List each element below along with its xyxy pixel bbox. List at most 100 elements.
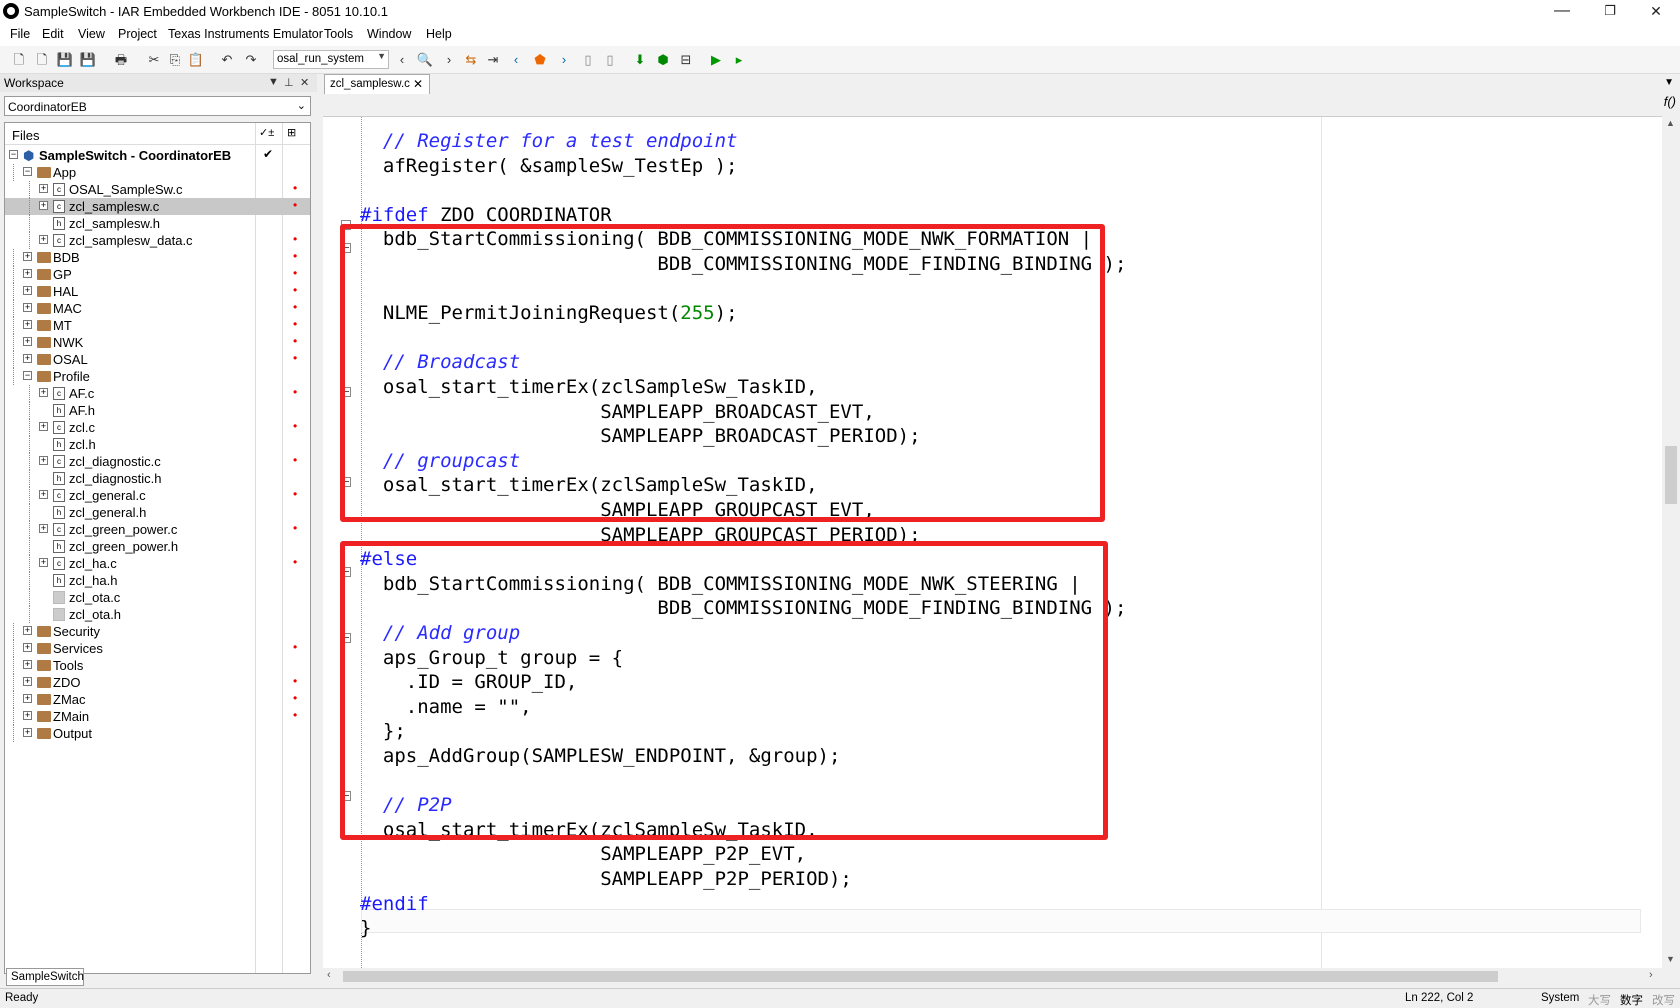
find-next-icon[interactable]: › xyxy=(440,51,458,69)
cut-icon[interactable]: ✂ xyxy=(145,51,163,69)
tree-file[interactable]: + c zcl_samplesw_data.c • xyxy=(5,232,310,249)
scroll-up-icon[interactable]: ▲ xyxy=(1666,118,1675,128)
compile-icon[interactable]: ⬇ xyxy=(631,51,649,69)
print-icon[interactable]: 🖶 xyxy=(112,51,130,69)
tree-file[interactable]: h zcl_samplesw.h xyxy=(5,215,310,232)
code-editor[interactable]: // Register for a test endpoint afRegist… xyxy=(323,116,1662,968)
expand-icon[interactable]: + xyxy=(23,320,32,329)
menu-tools[interactable]: Tools xyxy=(324,27,353,41)
workspace-tab[interactable]: SampleSwitch xyxy=(6,968,84,986)
goto-icon[interactable]: ⇥ xyxy=(484,51,502,69)
expand-icon[interactable]: + xyxy=(23,354,32,363)
tree-folder[interactable]: + Services • xyxy=(5,640,310,657)
expand-icon[interactable]: + xyxy=(23,660,32,669)
expand-icon[interactable]: + xyxy=(23,337,32,346)
tree-folder[interactable]: + GP • xyxy=(5,266,310,283)
find-icon[interactable]: 🔍 xyxy=(416,51,434,69)
expand-icon[interactable]: + xyxy=(23,626,32,635)
scroll-right-icon[interactable]: › xyxy=(1649,969,1653,981)
expand-icon[interactable]: + xyxy=(39,524,48,533)
tree-folder[interactable]: + ZMac • xyxy=(5,691,310,708)
next-bookmark-icon[interactable]: ▯ xyxy=(601,51,619,69)
tree-file[interactable]: h zcl_diagnostic.h xyxy=(5,470,310,487)
tree-folder[interactable]: + HAL • xyxy=(5,283,310,300)
expand-icon[interactable]: + xyxy=(23,677,32,686)
close-panel-icon[interactable]: ✕ xyxy=(300,76,309,89)
copy-icon[interactable]: ⎘ xyxy=(166,51,184,69)
scroll-down-icon[interactable]: ▼ xyxy=(1666,954,1675,964)
expand-icon[interactable]: + xyxy=(39,490,48,499)
menu-view[interactable]: View xyxy=(78,27,105,41)
expand-icon[interactable]: + xyxy=(39,201,48,210)
stop-build-icon[interactable]: ⊟ xyxy=(677,51,695,69)
menu-project[interactable]: Project xyxy=(118,27,157,41)
replace-icon[interactable]: ⇆ xyxy=(462,51,480,69)
redo-icon[interactable]: ↷ xyxy=(242,51,260,69)
paste-icon[interactable]: 📋 xyxy=(187,51,205,69)
make-icon[interactable]: ⬢ xyxy=(654,51,672,69)
tree-file[interactable]: + c zcl.c • xyxy=(5,419,310,436)
tree-file[interactable]: h AF.h xyxy=(5,402,310,419)
close-tab-icon[interactable]: ✕ xyxy=(413,77,423,91)
tree-folder[interactable]: + ZDO • xyxy=(5,674,310,691)
prev-bookmark-icon[interactable]: ▯ xyxy=(579,51,597,69)
tree-file[interactable]: + c zcl_green_power.c • xyxy=(5,521,310,538)
tab-list-icon[interactable]: ▼ xyxy=(1664,77,1674,88)
minimize-button[interactable]: — xyxy=(1540,0,1584,24)
restore-button[interactable]: ❐ xyxy=(1588,0,1632,24)
menu-window[interactable]: Window xyxy=(367,27,411,41)
dropdown-icon[interactable]: ▼ xyxy=(268,76,279,88)
tree-file[interactable]: + c AF.c • xyxy=(5,385,310,402)
debug-without-download-icon[interactable]: ▸ xyxy=(730,51,748,69)
tree-folder[interactable]: − App xyxy=(5,164,310,181)
search-combo[interactable]: osal_run_system ▼ xyxy=(273,50,389,69)
new-doc-icon[interactable]: 🗋 xyxy=(33,51,51,69)
scroll-left-icon[interactable]: ‹ xyxy=(327,969,331,981)
tree-file[interactable]: + c zcl_general.c • xyxy=(5,487,310,504)
tree-file[interactable]: + c zcl_samplesw.c • xyxy=(5,198,310,215)
undo-icon[interactable]: ↶ xyxy=(218,51,236,69)
expand-icon[interactable]: + xyxy=(23,711,32,720)
tree-file[interactable]: + c OSAL_SampleSw.c • xyxy=(5,181,310,198)
bookmark-icon[interactable]: ⬟ xyxy=(531,51,549,69)
expand-icon[interactable]: + xyxy=(23,269,32,278)
tree-file[interactable]: + c zcl_diagnostic.c • xyxy=(5,453,310,470)
tree-folder[interactable]: + Tools xyxy=(5,657,310,674)
tree-file[interactable]: h zcl_green_power.h xyxy=(5,538,310,555)
expand-icon[interactable]: + xyxy=(39,422,48,431)
tree-file[interactable]: h zcl_ha.h xyxy=(5,572,310,589)
collapse-icon[interactable]: − xyxy=(9,150,18,159)
tree-folder[interactable]: + MT • xyxy=(5,317,310,334)
expand-icon[interactable]: + xyxy=(39,184,48,193)
save-all-icon[interactable]: 💾 xyxy=(79,51,97,69)
tree-folder[interactable]: + BDB • xyxy=(5,249,310,266)
scroll-thumb[interactable] xyxy=(1665,446,1677,504)
editor-tab[interactable]: zcl_samplesw.c ✕ xyxy=(324,74,430,94)
horizontal-scrollbar[interactable]: ‹ › xyxy=(323,968,1662,985)
menu-file[interactable]: File xyxy=(10,27,30,41)
tree-file[interactable]: + c zcl_ha.c • xyxy=(5,555,310,572)
nav-back-icon[interactable]: ‹ xyxy=(507,51,525,69)
collapse-icon[interactable]: − xyxy=(23,371,32,380)
expand-icon[interactable]: + xyxy=(23,286,32,295)
find-prev-icon[interactable]: ‹ xyxy=(393,51,411,69)
expand-icon[interactable]: + xyxy=(39,558,48,567)
pin-icon[interactable]: ⊥ xyxy=(284,76,294,89)
expand-icon[interactable]: + xyxy=(23,643,32,652)
collapse-icon[interactable]: − xyxy=(23,167,32,176)
configuration-select[interactable]: CoordinatorEB ⌄ xyxy=(4,96,311,116)
menu-edit[interactable]: Edit xyxy=(42,27,64,41)
nav-forward-icon[interactable]: › xyxy=(555,51,573,69)
vertical-scrollbar[interactable]: ▲ ▼ xyxy=(1662,116,1680,968)
tree-folder[interactable]: + Output xyxy=(5,725,310,742)
tree-folder[interactable]: − Profile xyxy=(5,368,310,385)
tree-folder[interactable]: + OSAL • xyxy=(5,351,310,368)
function-list-icon[interactable]: f() xyxy=(1664,94,1676,109)
menu-emulator[interactable]: Texas Instruments Emulator xyxy=(168,27,323,41)
tree-file[interactable]: h zcl_general.h xyxy=(5,504,310,521)
tree-folder[interactable]: + ZMain • xyxy=(5,708,310,725)
expand-icon[interactable]: + xyxy=(23,694,32,703)
close-button[interactable]: ✕ xyxy=(1634,0,1678,24)
expand-icon[interactable]: + xyxy=(39,456,48,465)
new-file-icon[interactable]: 🗋 xyxy=(10,51,28,69)
